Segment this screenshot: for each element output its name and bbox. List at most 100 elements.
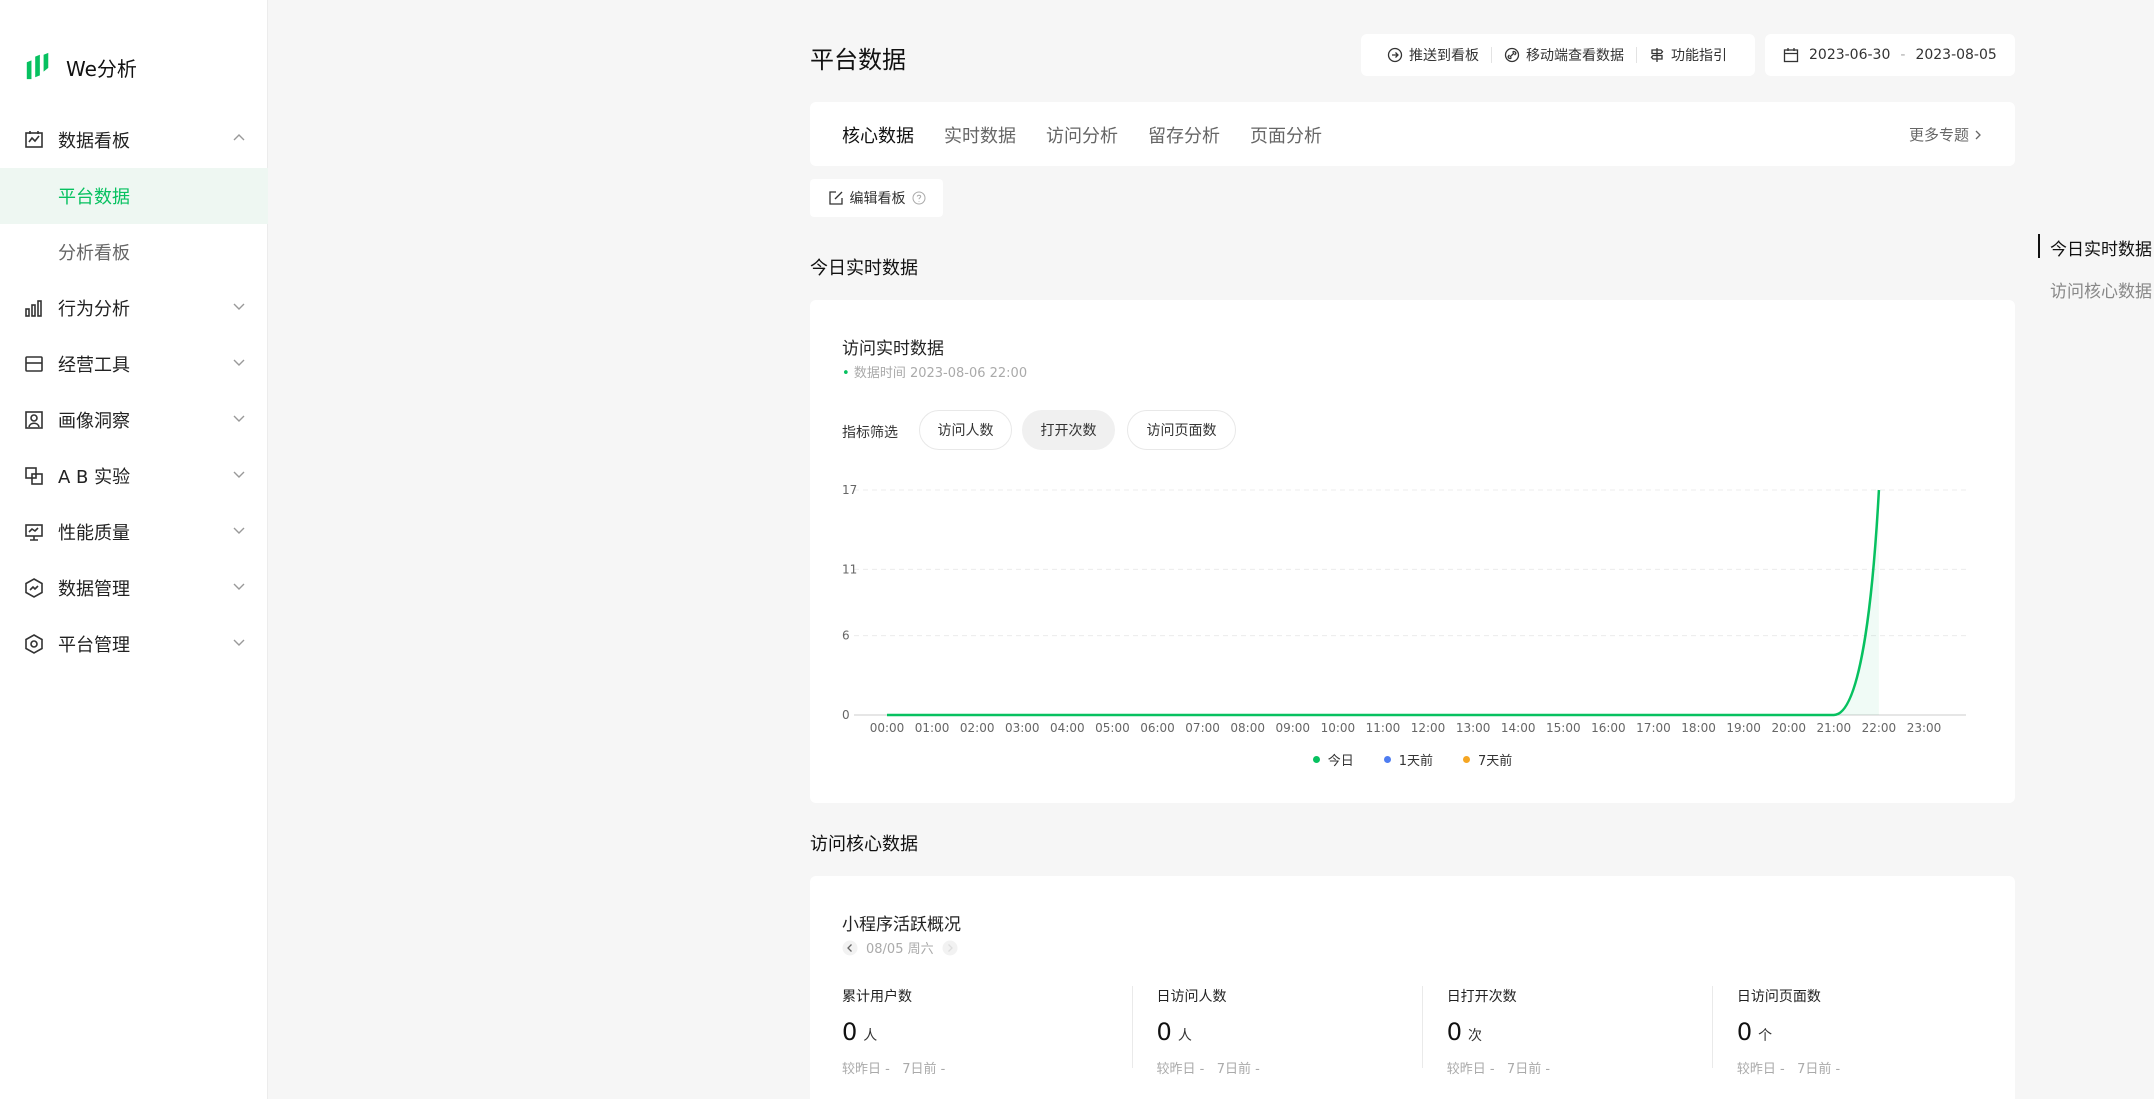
edit-board-button[interactable]: 编辑看板 bbox=[810, 179, 943, 217]
x-tick-label: 10:00 bbox=[1321, 721, 1356, 735]
chevron-up-icon bbox=[233, 134, 245, 141]
section-title-core: 访问核心数据 bbox=[810, 834, 918, 855]
metric-daily-opens: 日打开次数 0次 较昨日 - 7日前 - bbox=[1421, 986, 1712, 1077]
app-name: We分析 bbox=[66, 56, 137, 81]
metric-filter-label: 指标筛选 bbox=[842, 425, 898, 441]
core-activity-card: 小程序活跃概况 08/05 周六 累计用户数 0人 较昨日 - 7日前 - 日访… bbox=[810, 876, 2015, 1099]
sidebar-group-label: 平台管理 bbox=[58, 635, 130, 656]
hexagon-settings-icon bbox=[24, 634, 44, 654]
metric-value-row: 0次 bbox=[1447, 1018, 1712, 1046]
legend-item-today[interactable]: 今日 bbox=[1312, 750, 1354, 769]
compare-week: 7日前 - bbox=[1506, 1062, 1551, 1077]
ab-test-icon bbox=[24, 466, 44, 486]
x-tick-label: 06:00 bbox=[1140, 721, 1175, 735]
x-tick-label: 04:00 bbox=[1050, 721, 1085, 735]
x-tick-label: 15:00 bbox=[1546, 721, 1581, 735]
x-tick-label: 23:00 bbox=[1907, 721, 1942, 735]
store-icon bbox=[24, 354, 44, 374]
legend-label: 7天前 bbox=[1478, 754, 1513, 769]
metric-unit: 个 bbox=[1758, 1028, 1773, 1044]
y-tick-label: 6 bbox=[842, 629, 850, 643]
realtime-line-chart[interactable]: 0 6 11 17 00:00 01:00 02:00 03:00 04:00 05:00 06:0… bbox=[810, 460, 2015, 750]
compare-week: 7日前 - bbox=[1797, 1062, 1841, 1077]
more-topics-link[interactable]: 更多专题 bbox=[1909, 124, 1983, 145]
metric-value: 0 bbox=[1736, 1018, 1753, 1046]
tab-page-analysis[interactable]: 页面分析 bbox=[1250, 122, 1322, 148]
edit-board-label: 编辑看板 bbox=[849, 191, 906, 207]
filter-opens-chip[interactable]: 打开次数 bbox=[1022, 410, 1115, 450]
metric-value-row: 0人 bbox=[842, 1018, 1132, 1046]
x-tick-label: 18:00 bbox=[1681, 721, 1716, 735]
compare-day: 较昨日 - bbox=[1156, 1062, 1205, 1077]
sidebar-item-platform-data[interactable]: 平台数据 bbox=[0, 168, 268, 224]
signpost-icon bbox=[1650, 48, 1664, 62]
anchor-core[interactable]: 访问核心数据 bbox=[2038, 268, 2154, 310]
chevron-down-icon bbox=[233, 527, 245, 534]
metric-value-row: 0个 bbox=[1737, 1018, 2002, 1046]
x-tick-label: 16:00 bbox=[1591, 721, 1626, 735]
sidebar-group-data-manage[interactable]: 数据管理 bbox=[0, 560, 268, 616]
metric-compare: 较昨日 - 7日前 - bbox=[1157, 1058, 1422, 1077]
sidebar-group-portrait[interactable]: 画像洞察 bbox=[0, 392, 268, 448]
sidebar-group-label: 数据看板 bbox=[58, 131, 130, 152]
chevron-down-icon bbox=[233, 583, 245, 590]
compare-day: 较昨日 - bbox=[842, 1062, 890, 1077]
sidebar-group-business-tools[interactable]: 经营工具 bbox=[0, 336, 268, 392]
y-tick-label: 0 bbox=[842, 708, 850, 722]
realtime-card-title: 访问实时数据 bbox=[842, 339, 944, 359]
metric-compare: 较昨日 - 7日前 - bbox=[1737, 1058, 2002, 1077]
x-tick-label: 02:00 bbox=[960, 721, 995, 735]
sidebar-group-ab-test[interactable]: A B 实验 bbox=[0, 448, 268, 504]
legend-dot bbox=[1312, 756, 1320, 763]
filter-pageviews-chip[interactable]: 访问页面数 bbox=[1127, 410, 1236, 450]
push-to-board-button[interactable]: 推送到看板 bbox=[1375, 45, 1491, 65]
help-icon[interactable] bbox=[912, 191, 926, 205]
realtime-card: 访问实时数据 • 数据时间 2023-08-06 22:00 指标筛选 访问人数… bbox=[810, 300, 2015, 803]
metric-daily-visitors: 日访问人数 0人 较昨日 - 7日前 - bbox=[1131, 986, 1422, 1077]
filter-visitors-chip[interactable]: 访问人数 bbox=[919, 410, 1012, 450]
tab-retention-analysis[interactable]: 留存分析 bbox=[1148, 122, 1220, 148]
page-header: 平台数据 推送到看板 移动端查看数据 功能指引 2023-06-30 - 202… bbox=[810, 34, 2015, 78]
section-title-realtime: 今日实时数据 bbox=[810, 258, 918, 279]
mobile-view-button[interactable]: 移动端查看数据 bbox=[1492, 45, 1636, 65]
metric-compare: 较昨日 - 7日前 - bbox=[1447, 1058, 1712, 1077]
sidebar-group-label: 性能质量 bbox=[58, 523, 130, 544]
compare-day: 较昨日 - bbox=[1446, 1062, 1495, 1077]
metric-daily-pageviews: 日访问页面数 0个 较昨日 - 7日前 - bbox=[1711, 986, 2002, 1077]
sidebar-group-performance[interactable]: 性能质量 bbox=[0, 504, 268, 560]
legend-item-1-day-ago[interactable]: 1天前 bbox=[1383, 750, 1433, 769]
chevron-down-icon bbox=[233, 639, 245, 646]
monitor-icon bbox=[24, 522, 44, 542]
data-time-text: • 数据时间 2023-08-06 22:00 bbox=[842, 366, 1028, 381]
legend-label: 今日 bbox=[1327, 754, 1354, 769]
tab-realtime-data[interactable]: 实时数据 bbox=[944, 122, 1016, 148]
x-tick-label: 20:00 bbox=[1771, 721, 1806, 735]
legend-item-7-days-ago[interactable]: 7天前 bbox=[1463, 750, 1512, 769]
tab-core-data[interactable]: 核心数据 bbox=[842, 122, 914, 148]
data-time-value: 数据时间 2023-08-06 22:00 bbox=[853, 366, 1028, 381]
feature-guide-button[interactable]: 功能指引 bbox=[1637, 45, 1739, 65]
sidebar-item-analysis-board[interactable]: 分析看板 bbox=[0, 224, 268, 280]
app-logo[interactable]: We分析 bbox=[24, 50, 137, 84]
chevron-left-icon[interactable] bbox=[842, 940, 858, 956]
anchor-nav: 今日实时数据 访问核心数据 bbox=[2038, 226, 2154, 310]
data-manage-icon bbox=[24, 578, 44, 598]
date-range-picker[interactable]: 2023-06-30 - 2023-08-05 bbox=[1765, 34, 2015, 76]
anchor-realtime[interactable]: 今日实时数据 bbox=[2038, 226, 2154, 268]
current-date-label: 08/05 周六 bbox=[866, 942, 934, 957]
sidebar-group-behavior[interactable]: 行为分析 bbox=[0, 280, 268, 336]
date-end: 2023-08-05 bbox=[1915, 47, 1997, 63]
toolbar: 推送到看板 移动端查看数据 功能指引 bbox=[1361, 34, 1755, 76]
we-analysis-logo-icon bbox=[24, 52, 52, 82]
metric-value: 0 bbox=[1446, 1018, 1462, 1046]
compare-day: 较昨日 - bbox=[1736, 1062, 1785, 1077]
sidebar-group-dashboard[interactable]: 数据看板 bbox=[0, 112, 268, 168]
core-card-title: 小程序活跃概况 bbox=[842, 915, 961, 935]
tab-visit-analysis[interactable]: 访问分析 bbox=[1046, 122, 1118, 148]
x-tick-label: 11:00 bbox=[1366, 721, 1401, 735]
x-tick-label: 14:00 bbox=[1501, 721, 1536, 735]
chevron-right-icon[interactable] bbox=[942, 940, 958, 956]
sidebar-group-platform-manage[interactable]: 平台管理 bbox=[0, 616, 268, 672]
date-separator: - bbox=[1900, 47, 1906, 63]
compare-week: 7日前 - bbox=[902, 1062, 946, 1077]
